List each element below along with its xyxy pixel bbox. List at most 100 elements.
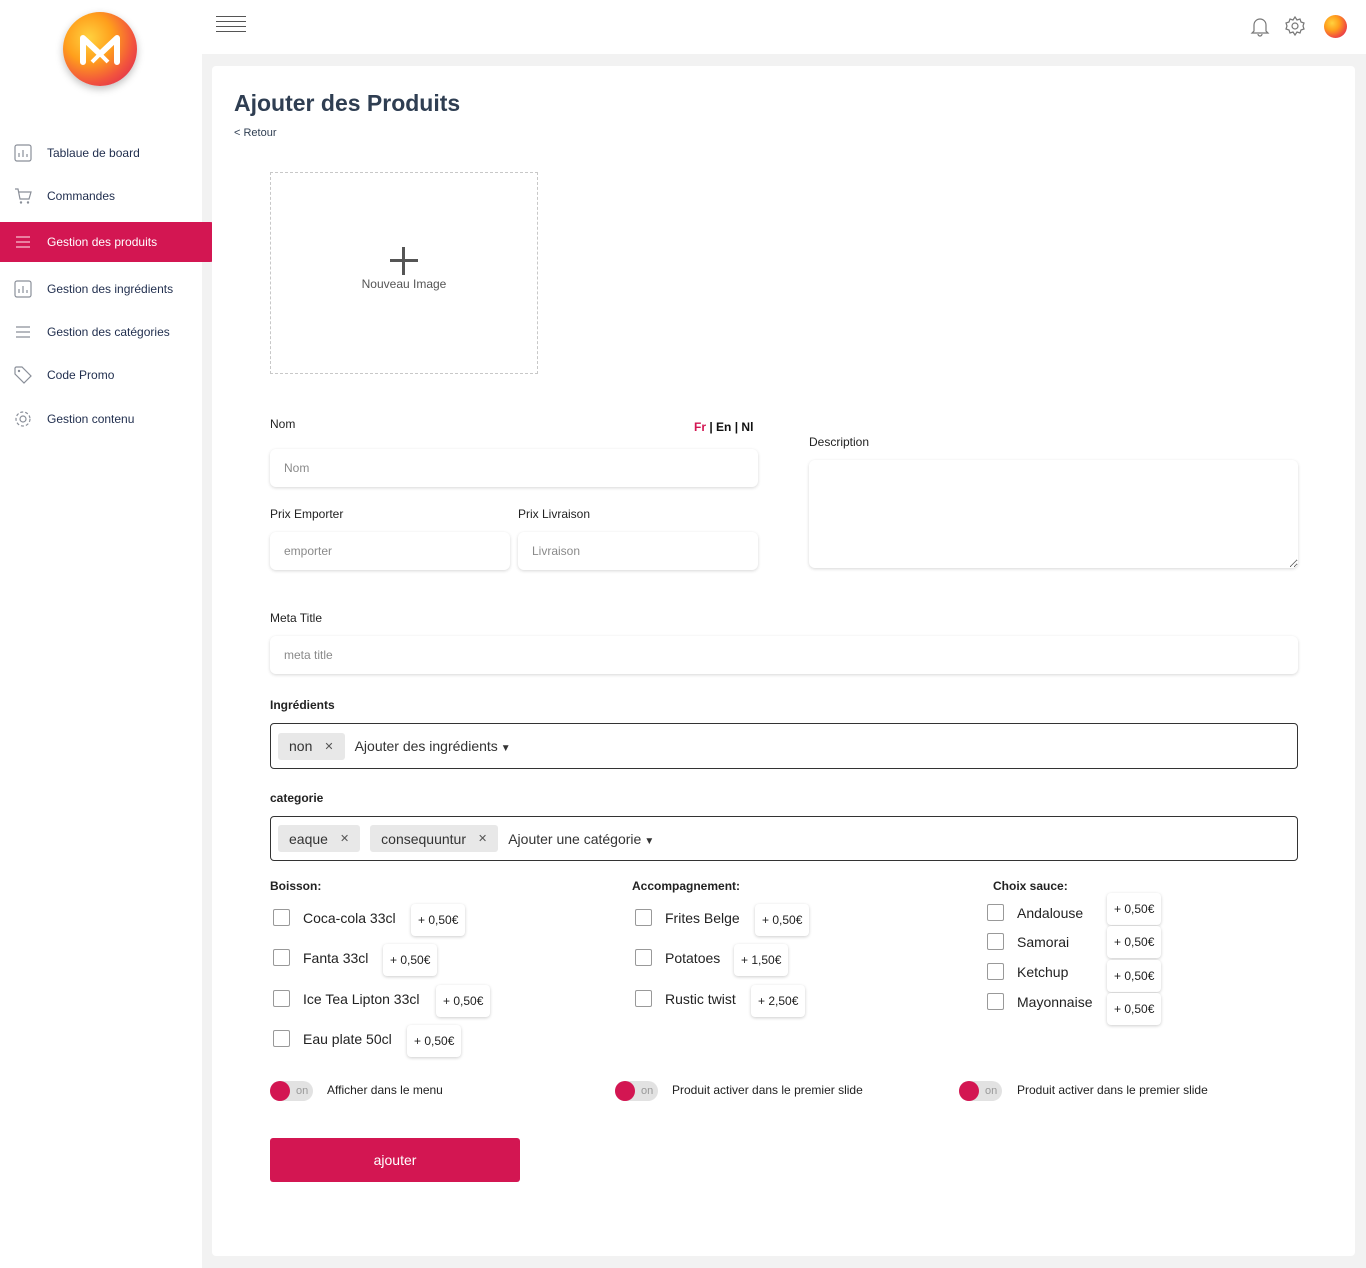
sidebar-item-label: Gestion des produits: [47, 235, 158, 249]
price-badge: + 0,50€: [407, 1025, 462, 1057]
option-rustic[interactable]: Rustic twist: [635, 990, 736, 1007]
description-label: Description: [809, 435, 870, 449]
image-upload[interactable]: Nouveau Image: [270, 172, 538, 374]
chart-icon: [14, 144, 32, 162]
checkbox[interactable]: [987, 933, 1004, 950]
checkbox[interactable]: [635, 949, 652, 966]
plus-icon: [390, 247, 418, 275]
list-icon: [16, 326, 30, 338]
sidebar-item-commandes[interactable]: Commandes: [0, 176, 230, 216]
option-eau[interactable]: Eau plate 50cl: [273, 1030, 392, 1047]
checkbox[interactable]: [987, 963, 1004, 980]
submit-button[interactable]: ajouter: [270, 1138, 520, 1182]
option-samorai[interactable]: Samorai: [987, 933, 1069, 950]
language-switcher: Fr | En | Nl: [694, 420, 754, 434]
avatar[interactable]: [1324, 15, 1347, 38]
ingredients-label: Ingrédients: [270, 698, 335, 712]
chart-icon: [14, 280, 32, 298]
checkbox[interactable]: [635, 909, 652, 926]
price-badge: + 0,50€: [1107, 993, 1162, 1025]
meta-title-label: Meta Title: [270, 611, 323, 625]
remove-tag-icon[interactable]: ✕: [478, 832, 487, 845]
option-coca[interactable]: Coca-cola 33cl: [273, 909, 396, 926]
back-link[interactable]: < Retour: [234, 127, 277, 139]
ingredients-dropdown[interactable]: Ajouter des ingrédients ▼: [355, 738, 511, 754]
nom-label: Nom: [270, 417, 296, 431]
checkbox[interactable]: [987, 993, 1004, 1010]
chevron-down-icon: ▼: [644, 835, 655, 847]
price-badge: + 0,50€: [1107, 926, 1162, 958]
option-fanta[interactable]: Fanta 33cl: [273, 949, 368, 966]
prix-livraison-input[interactable]: [518, 532, 758, 570]
lang-fr[interactable]: Fr: [694, 420, 706, 434]
price-badge: + 0,50€: [383, 944, 438, 976]
sidebar-item-label: Code Promo: [47, 368, 115, 382]
toggle-slide-2-label: Produit activer dans le premier slide: [1017, 1083, 1208, 1097]
sidebar-item-categories[interactable]: Gestion des catégories: [0, 312, 230, 352]
sidebar-item-label: Tablaue de board: [47, 146, 140, 160]
toggle-slide-2[interactable]: on: [959, 1081, 1002, 1101]
prix-emporter-label: Prix Emporter: [270, 507, 344, 521]
price-badge: + 0,50€: [1107, 893, 1162, 925]
option-frites[interactable]: Frites Belge: [635, 909, 740, 926]
bell-icon[interactable]: [1249, 15, 1271, 37]
list-icon: [16, 236, 30, 248]
sidebar-item-label: Gestion contenu: [47, 412, 135, 426]
categorie-select[interactable]: eaque ✕ consequuntur ✕ Ajouter une catégor…: [270, 816, 1298, 861]
toggle-menu[interactable]: on: [270, 1081, 313, 1101]
checkbox[interactable]: [273, 990, 290, 1007]
accompagnement-title: Accompagnement:: [632, 879, 741, 893]
prix-livraison-label: Prix Livraison: [518, 507, 591, 521]
sidebar-item-label: Gestion des catégories: [47, 325, 170, 339]
option-andalouse[interactable]: Andalouse: [987, 904, 1083, 921]
sidebar-item-ingredients[interactable]: Gestion des ingrédients: [0, 269, 230, 309]
option-mayonnaise[interactable]: Mayonnaise: [987, 993, 1093, 1010]
lang-nl[interactable]: Nl: [741, 420, 753, 434]
sidebar-item-dashboard[interactable]: Tablaue de board: [0, 133, 230, 173]
nom-input[interactable]: [270, 449, 758, 487]
meta-title-input[interactable]: [270, 636, 1298, 674]
sauce-title: Choix sauce:: [993, 879, 1068, 893]
gear-icon: [15, 411, 31, 427]
sidebar: Tablaue de board Commandes Gestion des p…: [0, 0, 230, 1268]
checkbox[interactable]: [273, 1030, 290, 1047]
cart-icon: [15, 188, 32, 204]
checkbox[interactable]: [635, 990, 652, 1007]
sidebar-item-contenu[interactable]: Gestion contenu: [0, 399, 230, 439]
tag-chip: consequuntur ✕: [370, 825, 499, 852]
toggle-menu-label: Afficher dans le menu: [327, 1083, 443, 1097]
gear-icon[interactable]: [1284, 15, 1306, 37]
menu-icon[interactable]: [216, 16, 246, 36]
sidebar-item-produits[interactable]: Gestion des produits: [0, 222, 230, 262]
main-card: Ajouter des Produits < Retour Nouveau Im…: [212, 66, 1355, 1256]
price-badge: + 1,50€: [734, 944, 789, 976]
remove-tag-icon[interactable]: ✕: [324, 740, 333, 753]
remove-tag-icon[interactable]: ✕: [340, 832, 349, 845]
boisson-title: Boisson:: [270, 879, 322, 893]
sidebar-item-label: Gestion des ingrédients: [47, 282, 174, 296]
upload-label: Nouveau Image: [361, 277, 447, 291]
tag-chip: eaque ✕: [278, 825, 361, 852]
sidebar-item-code-promo[interactable]: Code Promo: [0, 355, 230, 395]
checkbox[interactable]: [273, 909, 290, 926]
option-icetea[interactable]: Ice Tea Lipton 33cl: [273, 990, 420, 1007]
ingredients-select[interactable]: non ✕ Ajouter des ingrédients ▼: [270, 723, 1298, 769]
lang-en[interactable]: En: [716, 420, 731, 434]
toggle-slide-label: Produit activer dans le premier slide: [672, 1083, 863, 1097]
checkbox[interactable]: [987, 904, 1004, 921]
option-potatoes[interactable]: Potatoes: [635, 949, 720, 966]
sidebar-item-label: Commandes: [47, 189, 116, 203]
categorie-dropdown[interactable]: Ajouter une catégorie ▼: [508, 831, 654, 847]
toggle-slide[interactable]: on: [615, 1081, 658, 1101]
checkbox[interactable]: [273, 949, 290, 966]
page-title: Ajouter des Produits: [234, 90, 461, 116]
price-badge: + 2,50€: [751, 985, 806, 1017]
prix-emporter-input[interactable]: [270, 532, 510, 570]
tag-icon: [14, 366, 32, 384]
brand-logo[interactable]: [63, 12, 137, 86]
description-textarea[interactable]: [809, 460, 1298, 568]
option-ketchup[interactable]: Ketchup: [987, 963, 1068, 980]
price-badge: + 0,50€: [755, 904, 810, 936]
categorie-label: categorie: [270, 791, 324, 805]
chevron-down-icon: ▼: [500, 743, 511, 754]
